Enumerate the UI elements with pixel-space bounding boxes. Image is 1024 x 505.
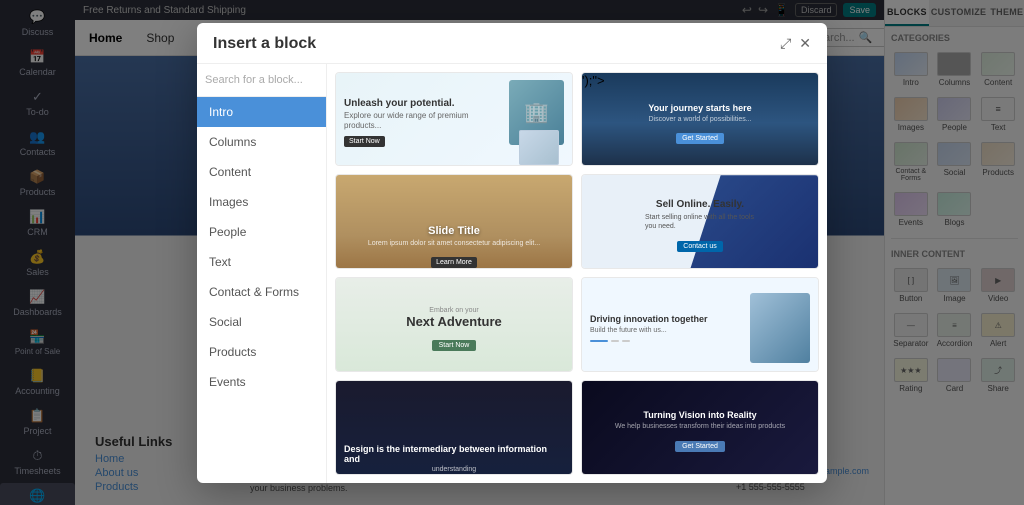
- intro2-desc: Discover a world of possibilities...: [648, 116, 751, 123]
- intro2-title: Your journey starts here: [648, 103, 751, 113]
- modal-cat-people[interactable]: People: [197, 217, 326, 247]
- block-search-input[interactable]: [205, 74, 347, 86]
- intro1-btn: Start Now: [344, 136, 385, 147]
- block-card-slide[interactable]: Slide Title Lorem ipsum dolor sit amet c…: [335, 174, 573, 269]
- modal-cat-events[interactable]: Events: [197, 367, 326, 397]
- intro1-text: Unleash your potential. Explore our wide…: [344, 98, 476, 148]
- modal-cat-intro[interactable]: Intro: [197, 97, 326, 127]
- block-preview-slide: Slide Title Lorem ipsum dolor sit amet c…: [336, 175, 572, 269]
- adventure-label: Embark on your: [429, 307, 478, 314]
- sell-btn: Contact us: [677, 241, 722, 252]
- adventure-title: Next Adventure: [406, 314, 502, 329]
- modal-header-icons: ⤢ ✕: [780, 35, 811, 52]
- intro1-desc: Explore our wide range of premium produc…: [344, 111, 476, 132]
- modal-cat-products[interactable]: Products: [197, 337, 326, 367]
- turning-title: Turning Vision into Reality: [643, 410, 756, 420]
- design-title: Design is the intermediary between infor…: [344, 444, 564, 464]
- block-preview-adventure: Embark on your Next Adventure Start Now: [336, 278, 572, 372]
- modal-title: Insert a block: [213, 35, 316, 53]
- turning-btn: Get Started: [675, 441, 725, 452]
- block-card-design[interactable]: Design is the intermediary between infor…: [335, 380, 573, 475]
- intro1-image2: [519, 130, 559, 165]
- block-preview-intro1: Unleash your potential. Explore our wide…: [336, 73, 572, 167]
- fullscreen-icon[interactable]: ⤢: [780, 35, 791, 52]
- driving-desc: Build the future with us...: [590, 326, 744, 335]
- block-card-driving[interactable]: Driving innovation together Build the fu…: [581, 277, 819, 372]
- modal-header: Insert a block ⤢ ✕: [197, 23, 827, 64]
- modal-sidebar: 🔍 Intro Columns Content Images People Te…: [197, 64, 327, 483]
- design-desc: understanding: [432, 466, 476, 473]
- block-preview-intro2: ');"> Your journey starts here Discover …: [582, 73, 818, 167]
- modal-cat-content[interactable]: Content: [197, 157, 326, 187]
- modal-overlay[interactable]: Insert a block ⤢ ✕ 🔍 Intro Columns Conte…: [0, 0, 1024, 505]
- block-card-intro2[interactable]: ');"> Your journey starts here Discover …: [581, 72, 819, 167]
- modal-cat-contact[interactable]: Contact & Forms: [197, 277, 326, 307]
- close-icon[interactable]: ✕: [799, 35, 811, 52]
- sell-desc: Start selling online with all the tools …: [645, 213, 755, 231]
- slide-desc: Lorem ipsum dolor sit amet consectetur a…: [368, 239, 540, 248]
- adventure-btn: Start Now: [432, 340, 477, 351]
- modal-cat-images[interactable]: Images: [197, 187, 326, 217]
- modal-cat-text[interactable]: Text: [197, 247, 326, 277]
- block-preview-design: Design is the intermediary between infor…: [336, 381, 572, 475]
- block-card-intro1[interactable]: Unleash your potential. Explore our wide…: [335, 72, 573, 167]
- block-card-sell[interactable]: Sell Online. Easily. Start selling onlin…: [581, 174, 819, 269]
- modal-body: 🔍 Intro Columns Content Images People Te…: [197, 64, 827, 483]
- modal-search: 🔍: [197, 64, 326, 97]
- slide-btn: Learn More: [431, 257, 477, 268]
- block-preview-sell: Sell Online. Easily. Start selling onlin…: [582, 175, 818, 269]
- driving-text: Driving innovation together Build the fu…: [590, 314, 744, 341]
- block-card-turning[interactable]: Turning Vision into Reality We help busi…: [581, 380, 819, 475]
- modal-cat-social[interactable]: Social: [197, 307, 326, 337]
- modal-cat-columns[interactable]: Columns: [197, 127, 326, 157]
- insert-block-modal: Insert a block ⤢ ✕ 🔍 Intro Columns Conte…: [197, 23, 827, 483]
- driving-title: Driving innovation together: [590, 314, 744, 324]
- turning-desc: We help businesses transform their ideas…: [615, 422, 785, 431]
- intro1-title: Unleash your potential.: [344, 98, 476, 109]
- block-preview-turning: Turning Vision into Reality We help busi…: [582, 381, 818, 475]
- intro2-btn: Get Started: [676, 133, 724, 144]
- block-card-adventure[interactable]: Embark on your Next Adventure Start Now: [335, 277, 573, 372]
- sell-title: Sell Online. Easily.: [656, 199, 744, 210]
- driving-image: [750, 293, 810, 363]
- block-preview-driving: Driving innovation together Build the fu…: [582, 278, 818, 372]
- slide-title: Slide Title: [428, 225, 480, 237]
- block-preview-grid: Unleash your potential. Explore our wide…: [327, 64, 827, 483]
